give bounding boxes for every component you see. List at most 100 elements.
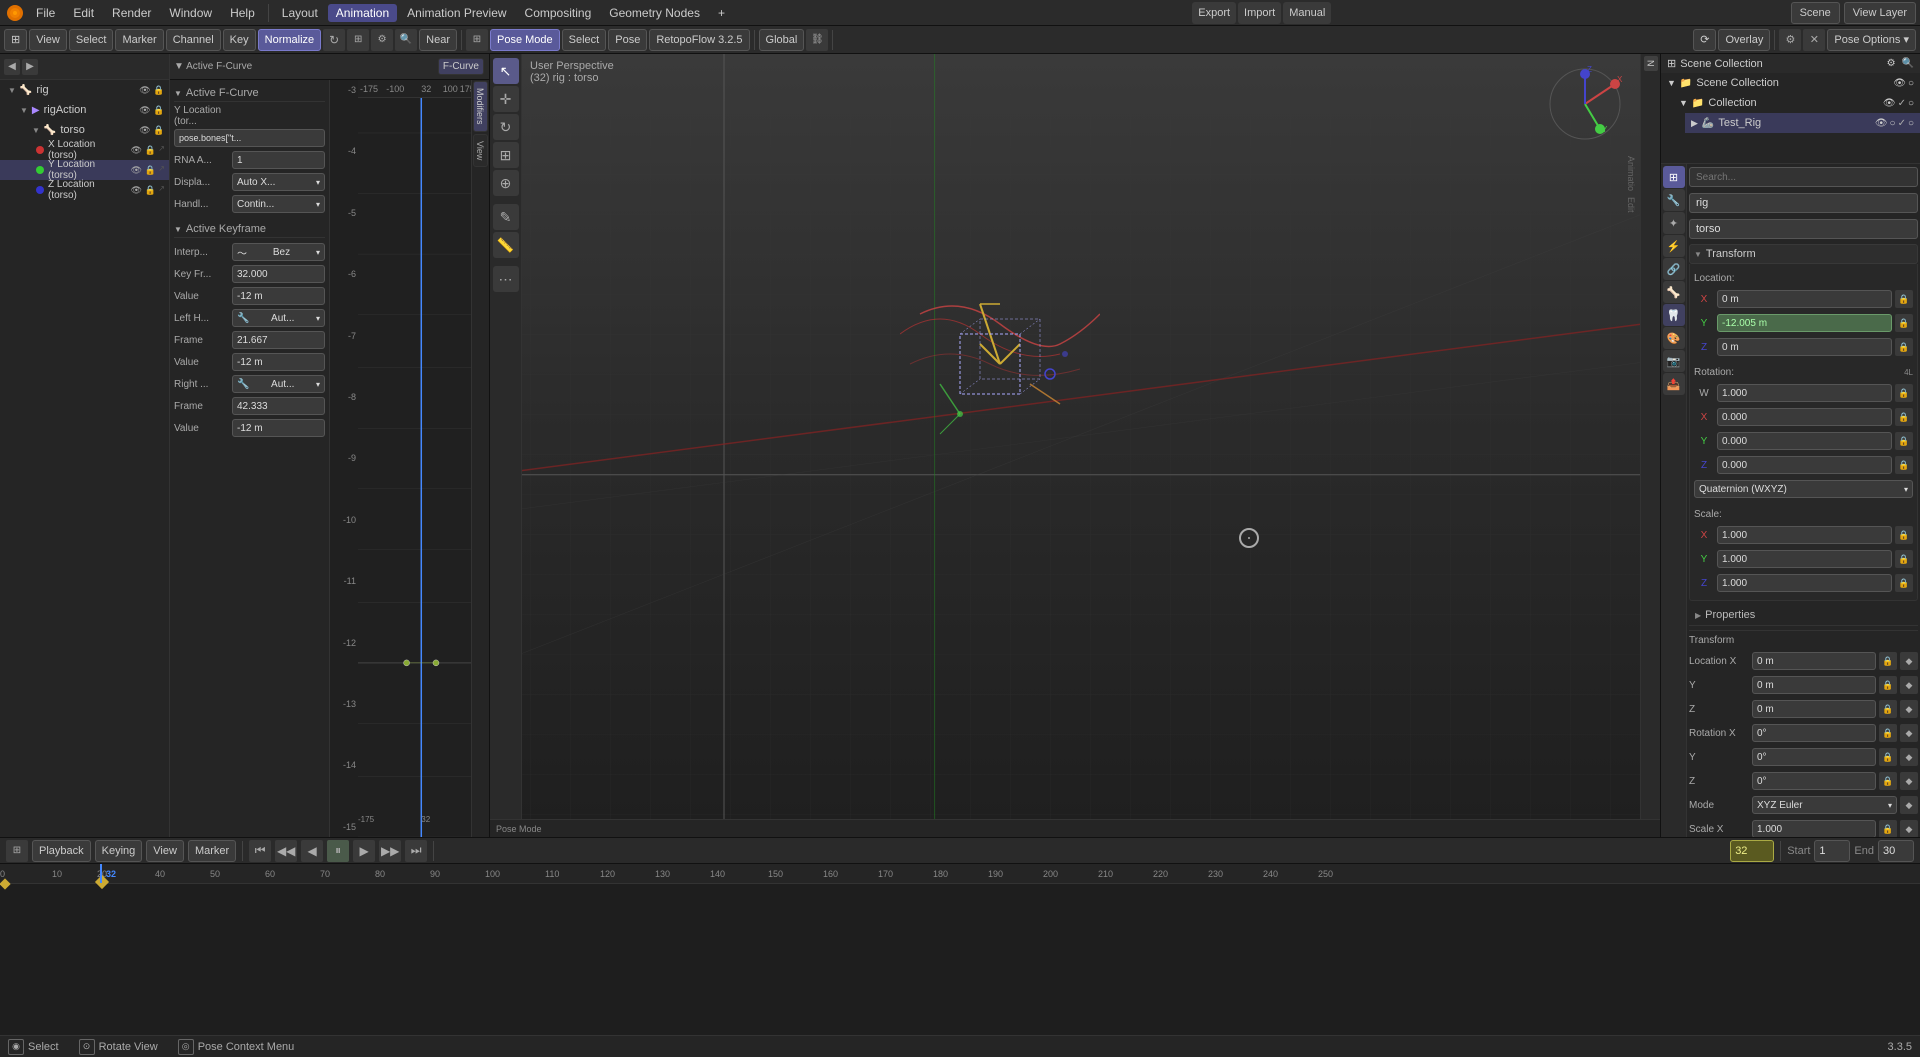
rotation-w-value[interactable]: 1.000 xyxy=(1717,384,1892,402)
view-menu[interactable]: View xyxy=(29,29,67,51)
loc-x-lock[interactable]: 🔒 xyxy=(1895,290,1913,308)
menu-edit[interactable]: Edit xyxy=(65,4,102,22)
bone-loc-y-val[interactable]: 0 m xyxy=(1752,676,1876,694)
channel-menu[interactable]: Channel xyxy=(166,29,221,51)
particles-icon[interactable]: ✦ xyxy=(1663,212,1685,234)
annotate-tool[interactable]: ✎ xyxy=(493,204,519,230)
scale-y-lock[interactable]: 🔒 xyxy=(1895,550,1913,568)
rot-y-lock[interactable]: 🔒 xyxy=(1895,432,1913,450)
display-dropdown[interactable]: Auto X... ▾ xyxy=(232,173,325,191)
workspace-geometry-nodes[interactable]: Geometry Nodes xyxy=(601,4,708,22)
outliner-scene-collection[interactable]: ▼ 📁 Scene Collection 👁 ○ xyxy=(1661,73,1920,93)
move-tool[interactable]: ✛ xyxy=(493,86,519,112)
channel-rig[interactable]: ▼ 🦴 rig 👁 🔒 xyxy=(0,80,169,100)
blender-icon[interactable] xyxy=(4,2,26,24)
measure-tool[interactable]: 📏 xyxy=(493,232,519,258)
rig-name-field[interactable]: rig xyxy=(1689,193,1918,213)
step-forward-btn[interactable]: ▶▶ xyxy=(379,840,401,862)
menu-window[interactable]: Window xyxy=(161,4,220,22)
key-frame-value[interactable]: 32.000 xyxy=(232,265,325,283)
eye-icon[interactable]: 👁 xyxy=(139,84,151,96)
data-icon[interactable]: 🦴 xyxy=(1663,281,1685,303)
jump-end-btn[interactable]: ⏭ xyxy=(405,840,427,862)
loc-z-lock[interactable]: 🔒 xyxy=(1895,338,1913,356)
rotation-x-value[interactable]: 0.000 xyxy=(1717,408,1892,426)
constraints-icon[interactable]: 🔗 xyxy=(1663,258,1685,280)
near-btn[interactable]: Near xyxy=(419,29,457,51)
properties-section-header[interactable]: ▶ Properties xyxy=(1689,605,1918,626)
cursor-tool[interactable]: ↖ xyxy=(493,58,519,84)
channel-yloc[interactable]: Y Location (torso) 👁 🔒 ↗ xyxy=(0,160,169,180)
fcurve-graph[interactable]: -3 -4 -5 -6 -7 -8 -9 -10 -11 -12 -13 -14… xyxy=(330,80,471,837)
modifiers-tab[interactable]: Modifiers xyxy=(473,81,488,132)
restrict-icon-col[interactable]: ○ xyxy=(1908,98,1914,109)
bone-loc-z-keyframe[interactable]: ◆ xyxy=(1900,700,1918,718)
search-btn[interactable]: 🔍 xyxy=(395,29,417,51)
start-frame-input[interactable]: 1 xyxy=(1814,840,1850,862)
rot-z-lock[interactable]: 🔒 xyxy=(1895,456,1913,474)
lock-icon-rigaction[interactable]: 🔒 xyxy=(153,104,165,116)
render-icon-rig[interactable]: ○ xyxy=(1890,118,1896,129)
lock-icon-xloc[interactable]: 🔒 xyxy=(144,144,156,156)
bone-loc-x-lock[interactable]: 🔒 xyxy=(1879,652,1897,670)
gizmo-btn[interactable]: ⟳ xyxy=(1693,29,1716,51)
import-btn[interactable]: Import xyxy=(1238,2,1281,24)
bone-loc-z-lock[interactable]: 🔒 xyxy=(1879,700,1897,718)
restrict-icon-rig[interactable]: ○ xyxy=(1908,118,1914,129)
filter-btn[interactable]: ⚙ xyxy=(371,29,393,51)
manual-btn[interactable]: Manual xyxy=(1283,2,1331,24)
outliner-collection[interactable]: ▼ 📁 Collection 👁 ✓ ○ xyxy=(1673,93,1920,113)
bone-mode-lock[interactable]: ◆ xyxy=(1900,796,1918,814)
keying-btn[interactable]: Keying xyxy=(95,840,143,862)
outliner-filter-icon[interactable]: ⚙ xyxy=(1887,58,1896,69)
bone-rot-y-lock[interactable]: 🔒 xyxy=(1879,748,1897,766)
restrict-icon-sc[interactable]: ○ xyxy=(1908,78,1914,89)
timeline-editor-type[interactable]: ⊞ xyxy=(6,840,28,862)
checkbox-col[interactable]: ✓ xyxy=(1898,98,1906,109)
rotation-z-value[interactable]: 0.000 xyxy=(1717,456,1892,474)
object-props-icon[interactable]: ⊞ xyxy=(1663,166,1685,188)
keyframe-value[interactable]: -12 m xyxy=(232,287,325,305)
playback-btn[interactable]: Playback xyxy=(32,840,91,862)
checkbox-rig[interactable]: ✓ xyxy=(1898,118,1906,129)
scale-z-lock[interactable]: 🔒 xyxy=(1895,574,1913,592)
sync-btn[interactable]: ↻ xyxy=(323,29,345,51)
lock-icon-zloc[interactable]: 🔒 xyxy=(144,184,156,196)
bone-loc-z-val[interactable]: 0 m xyxy=(1752,700,1876,718)
location-x-value[interactable]: 0 m xyxy=(1717,290,1892,308)
bone-rot-x-keyframe[interactable]: ◆ xyxy=(1900,724,1918,742)
play-btn[interactable]: ▶ xyxy=(353,840,375,862)
viewport-pose[interactable]: Pose xyxy=(608,29,647,51)
play-back-btn[interactable]: ◀ xyxy=(301,840,323,862)
fcurve-path-value[interactable]: pose.bones["t... xyxy=(174,129,325,147)
rna-value[interactable]: 1 xyxy=(232,151,325,169)
viewport-editor-type[interactable]: ⊞ xyxy=(466,29,488,51)
add-workspace-btn[interactable]: + xyxy=(710,4,733,22)
right-frame-value[interactable]: 42.333 xyxy=(232,397,325,415)
workspace-animation[interactable]: Animation xyxy=(328,4,397,22)
lock-icon-torso[interactable]: 🔒 xyxy=(153,124,165,136)
scene-selector[interactable]: Scene xyxy=(1791,2,1840,24)
scale-tool[interactable]: ⊞ xyxy=(493,142,519,168)
chain-btn[interactable]: ⛓ xyxy=(806,29,828,51)
channel-header-arrow[interactable]: ◀ xyxy=(4,59,20,75)
prop-filter-btn[interactable]: ⊞ xyxy=(347,29,369,51)
channel-rigaction[interactable]: ▼ ▶ rigAction 👁 🔒 xyxy=(12,100,169,120)
channel-header-arrow2[interactable]: ▶ xyxy=(22,59,38,75)
channel-zloc[interactable]: Z Location (torso) 👁 🔒 ↗ xyxy=(0,180,169,200)
eye-icon-col[interactable]: 👁 xyxy=(1883,98,1896,109)
bone-loc-x-val[interactable]: 0 m xyxy=(1752,652,1876,670)
step-back-btn[interactable]: ◀◀ xyxy=(275,840,297,862)
workspace-layout[interactable]: Layout xyxy=(274,4,326,22)
view-timeline-btn[interactable]: View xyxy=(146,840,184,862)
outliner-test-rig[interactable]: ▶ 🦾 Test_Rig 👁 ○ ✓ ○ xyxy=(1685,113,1920,133)
channel-torso[interactable]: ▼ 🦴 torso 👁 🔒 xyxy=(24,120,169,140)
loc-y-lock[interactable]: 🔒 xyxy=(1895,314,1913,332)
left-frame-value[interactable]: 21.667 xyxy=(232,331,325,349)
transform-section-header[interactable]: ▼ Transform xyxy=(1689,244,1918,264)
interp-dropdown[interactable]: 〜 Bez ▾ xyxy=(232,243,325,261)
lock-icon-rig[interactable]: 🔒 xyxy=(153,84,165,96)
shader-icon[interactable]: 🎨 xyxy=(1663,327,1685,349)
bone-icon[interactable]: 🦷 xyxy=(1663,304,1685,326)
scale-z-value[interactable]: 1.000 xyxy=(1717,574,1892,592)
